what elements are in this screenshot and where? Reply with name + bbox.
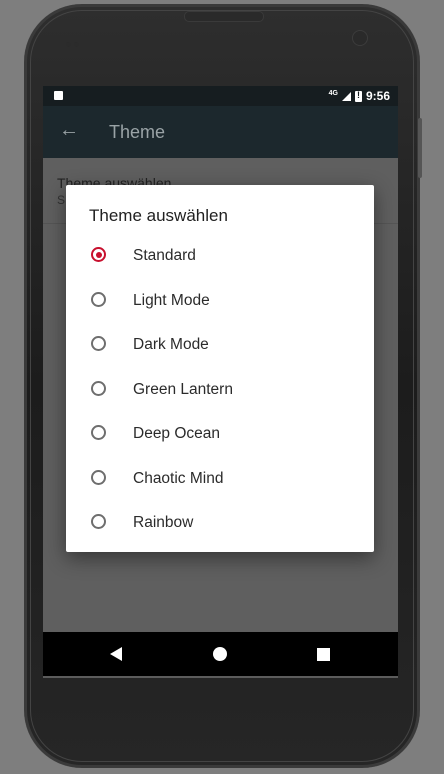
radio-button[interactable] <box>91 336 106 351</box>
power-button <box>418 118 422 178</box>
status-bar: 4G 9:56 <box>43 86 398 106</box>
theme-options: Standard Light Mode Dark Mode Green Lant… <box>66 234 374 546</box>
theme-option-dark-mode[interactable]: Dark Mode <box>66 323 374 368</box>
status-icons: 4G 9:56 <box>329 88 390 104</box>
theme-dialog: Theme auswählen Standard Light Mode Dark… <box>66 185 374 552</box>
preference-summary: S <box>57 193 66 207</box>
proximity-sensors <box>66 34 96 47</box>
dialog-title: Theme auswählen <box>89 206 228 225</box>
theme-option-green-lantern[interactable]: Green Lantern <box>66 368 374 413</box>
navigation-bar <box>43 632 398 676</box>
back-nav-icon[interactable] <box>110 647 122 661</box>
network-type: 4G <box>328 89 338 97</box>
radio-button[interactable] <box>91 380 106 396</box>
option-label: Chaotic Mind <box>133 469 224 487</box>
radio-button[interactable] <box>91 425 106 440</box>
theme-option-deep-ocean[interactable]: Deep Ocean <box>66 412 374 457</box>
status-time: 9:56 <box>365 89 390 103</box>
signal-icon <box>341 91 351 101</box>
app-bar: ← Theme <box>43 106 398 158</box>
arrow-left-icon[interactable]: ← <box>59 120 79 140</box>
option-label: Standard <box>133 247 196 264</box>
option-label: Rainbow <box>133 514 194 531</box>
radio-button-checked[interactable] <box>91 247 106 262</box>
recents-nav-icon[interactable] <box>317 648 330 661</box>
battery-icon <box>354 90 362 102</box>
sd-card-icon <box>54 91 63 100</box>
theme-option-standard[interactable]: Standard <box>66 234 374 279</box>
radio-button[interactable] <box>91 514 106 529</box>
speaker-grille <box>184 11 264 22</box>
theme-option-rainbow[interactable]: Rainbow <box>66 501 374 546</box>
page-title: Theme <box>109 122 166 142</box>
option-label: Light Mode <box>133 291 210 309</box>
home-nav-icon[interactable] <box>213 647 227 661</box>
option-label: Deep Ocean <box>133 425 221 442</box>
front-camera-icon <box>352 30 368 46</box>
radio-button[interactable] <box>91 469 106 485</box>
theme-option-chaotic-mind[interactable]: Chaotic Mind <box>66 457 374 502</box>
theme-option-light-mode[interactable]: Light Mode <box>66 279 374 324</box>
option-label: Green Lantern <box>133 380 233 398</box>
radio-button[interactable] <box>91 291 106 307</box>
option-label: Dark Mode <box>133 336 209 353</box>
